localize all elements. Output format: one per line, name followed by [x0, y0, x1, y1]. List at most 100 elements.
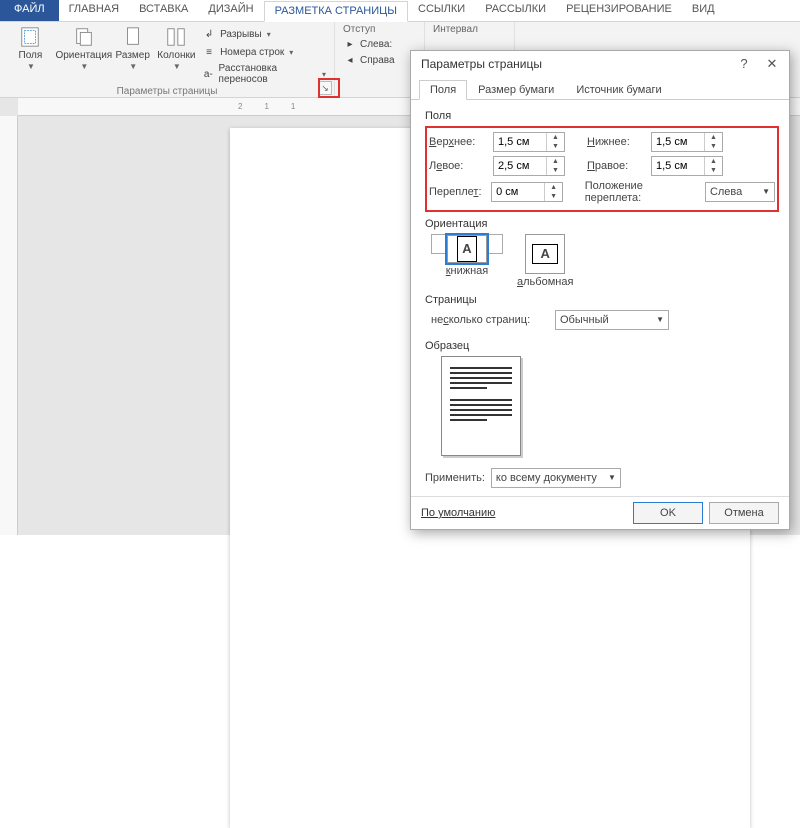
indent-left-icon: ▸: [343, 37, 357, 51]
left-margin-input[interactable]: ▲▼: [493, 156, 565, 176]
gutter-pos-select[interactable]: Слева▼: [705, 182, 775, 202]
line-numbers-label: Номера строк: [220, 47, 284, 58]
indent-left-row[interactable]: ▸Слева:: [343, 37, 416, 51]
ruler-mark: 1: [264, 102, 268, 111]
default-button[interactable]: По умолчанию: [421, 507, 495, 519]
margins-button[interactable]: Поля ▼: [6, 24, 55, 72]
indent-right-label: Справа: [360, 55, 395, 66]
landscape-label: альбомная: [517, 276, 573, 288]
margins-icon: [19, 26, 41, 48]
tab-page-layout[interactable]: РАЗМЕТКА СТРАНИЦЫ: [264, 1, 408, 22]
orientation-label: Ориентация: [55, 50, 112, 61]
page-size-icon: [122, 26, 144, 48]
columns-button[interactable]: Колонки ▼: [155, 24, 198, 72]
columns-icon: [165, 26, 187, 48]
dialog-tab-paper[interactable]: Размер бумаги: [467, 80, 565, 100]
orientation-icon: [73, 26, 95, 48]
spin-down-icon[interactable]: ▼: [547, 166, 564, 175]
chevron-down-icon: ▼: [608, 473, 616, 482]
multi-pages-select[interactable]: Обычный▼: [555, 310, 669, 330]
page-setup-launcher[interactable]: ↘: [318, 81, 332, 95]
apply-select[interactable]: ко всему документу ▼: [491, 468, 621, 488]
indent-right-row[interactable]: ◂Справа: [343, 53, 416, 67]
portrait-icon: A: [457, 236, 477, 262]
tab-design[interactable]: ДИЗАЙН: [198, 0, 263, 21]
help-icon[interactable]: ?: [735, 55, 753, 73]
left-margin-label: Левое:: [429, 160, 489, 172]
hyphenation-button[interactable]: a‑ Расстановка переносов ▾: [200, 62, 328, 86]
dialog-tab-source[interactable]: Источник бумаги: [565, 80, 672, 100]
multi-pages-label: несколько страниц:: [431, 314, 551, 326]
section-preview: Образец: [425, 340, 779, 352]
chevron-down-icon: ▼: [80, 63, 88, 72]
spin-up-icon[interactable]: ▲: [547, 133, 564, 142]
dialog-title: Параметры страницы: [421, 57, 542, 71]
spacing-header: Интервал: [433, 24, 506, 35]
tab-references[interactable]: ССЫЛКИ: [408, 0, 475, 21]
chevron-down-icon: ▾: [267, 30, 271, 39]
spin-down-icon[interactable]: ▼: [547, 142, 564, 151]
top-margin-label: Верхнее:: [429, 136, 489, 148]
tab-review[interactable]: РЕЦЕНЗИРОВАНИЕ: [556, 0, 682, 21]
landscape-icon: A: [532, 244, 558, 264]
page-setup-dialog: Параметры страницы ? ✕ Поля Размер бумаг…: [410, 50, 790, 530]
cancel-button[interactable]: Отмена: [709, 502, 779, 524]
spin-up-icon[interactable]: ▲: [705, 133, 722, 142]
orientation-button[interactable]: Ориентация ▼: [57, 24, 111, 72]
columns-label: Колонки: [157, 50, 195, 61]
tab-view[interactable]: ВИД: [682, 0, 725, 21]
indent-right-icon: ◂: [343, 53, 357, 67]
tab-insert[interactable]: ВСТАВКА: [129, 0, 198, 21]
spin-up-icon[interactable]: ▲: [545, 183, 562, 192]
fields-highlight: Верхнее: ▲▼ Нижнее: ▲▼ Левое: ▲▼ Правое:…: [425, 126, 779, 212]
preview-thumbnail: [441, 356, 521, 456]
line-numbers-icon: ≡: [202, 45, 216, 59]
close-icon[interactable]: ✕: [763, 55, 781, 73]
orientation-portrait[interactable]: A книжная: [431, 234, 503, 254]
gutter-input[interactable]: ▲▼: [491, 182, 563, 202]
gutter-label: Переплет:: [429, 186, 487, 198]
portrait-label: книжная: [446, 265, 489, 277]
right-margin-label: Правое:: [587, 160, 647, 172]
hyphenation-icon: a‑: [202, 67, 214, 81]
bottom-margin-input[interactable]: ▲▼: [651, 132, 723, 152]
size-button[interactable]: Размер ▼: [113, 24, 153, 72]
section-orientation: Ориентация: [425, 218, 779, 230]
ruler-mark: 2: [238, 102, 242, 111]
apply-label: Применить:: [425, 472, 485, 484]
spin-up-icon[interactable]: ▲: [547, 157, 564, 166]
ruler-vertical[interactable]: [0, 116, 18, 535]
spin-down-icon[interactable]: ▼: [705, 142, 722, 151]
hyphenation-label: Расстановка переносов: [219, 63, 317, 85]
apply-value: ко всему документу: [496, 472, 597, 484]
chevron-down-icon: ▾: [322, 70, 326, 79]
chevron-down-icon: ▼: [173, 63, 181, 72]
line-numbers-button[interactable]: ≡ Номера строк▾: [200, 44, 328, 60]
tab-home[interactable]: ГЛАВНАЯ: [59, 0, 129, 21]
gutter-pos-label: Положение переплета:: [585, 180, 701, 204]
spin-down-icon[interactable]: ▼: [705, 166, 722, 175]
dialog-titlebar[interactable]: Параметры страницы ? ✕: [411, 51, 789, 77]
chevron-down-icon: ▼: [762, 187, 770, 196]
spin-up-icon[interactable]: ▲: [705, 157, 722, 166]
breaks-icon: ↲: [202, 27, 216, 41]
breaks-button[interactable]: ↲ Разрывы ▾: [200, 26, 328, 42]
multi-pages-value: Обычный: [560, 314, 609, 326]
bottom-margin-label: Нижнее:: [587, 136, 647, 148]
dialog-tabs: Поля Размер бумаги Источник бумаги: [411, 79, 789, 100]
top-margin-input[interactable]: ▲▼: [493, 132, 565, 152]
section-fields: Поля: [425, 110, 779, 122]
dialog-tab-fields[interactable]: Поля: [419, 80, 467, 100]
right-margin-input[interactable]: ▲▼: [651, 156, 723, 176]
ribbon-tabs: ФАЙЛ ГЛАВНАЯ ВСТАВКА ДИЗАЙН РАЗМЕТКА СТР…: [0, 0, 800, 22]
breaks-label: Разрывы: [220, 29, 262, 40]
orientation-landscape[interactable]: A альбомная: [517, 234, 573, 288]
ok-button[interactable]: OK: [633, 502, 703, 524]
size-label: Размер: [116, 50, 150, 61]
indent-header: Отступ: [343, 24, 416, 35]
margins-label: Поля: [19, 50, 43, 61]
tab-file[interactable]: ФАЙЛ: [0, 0, 59, 21]
spin-down-icon[interactable]: ▼: [545, 192, 562, 201]
chevron-down-icon: ▼: [129, 63, 137, 72]
tab-mailings[interactable]: РАССЫЛКИ: [475, 0, 556, 21]
